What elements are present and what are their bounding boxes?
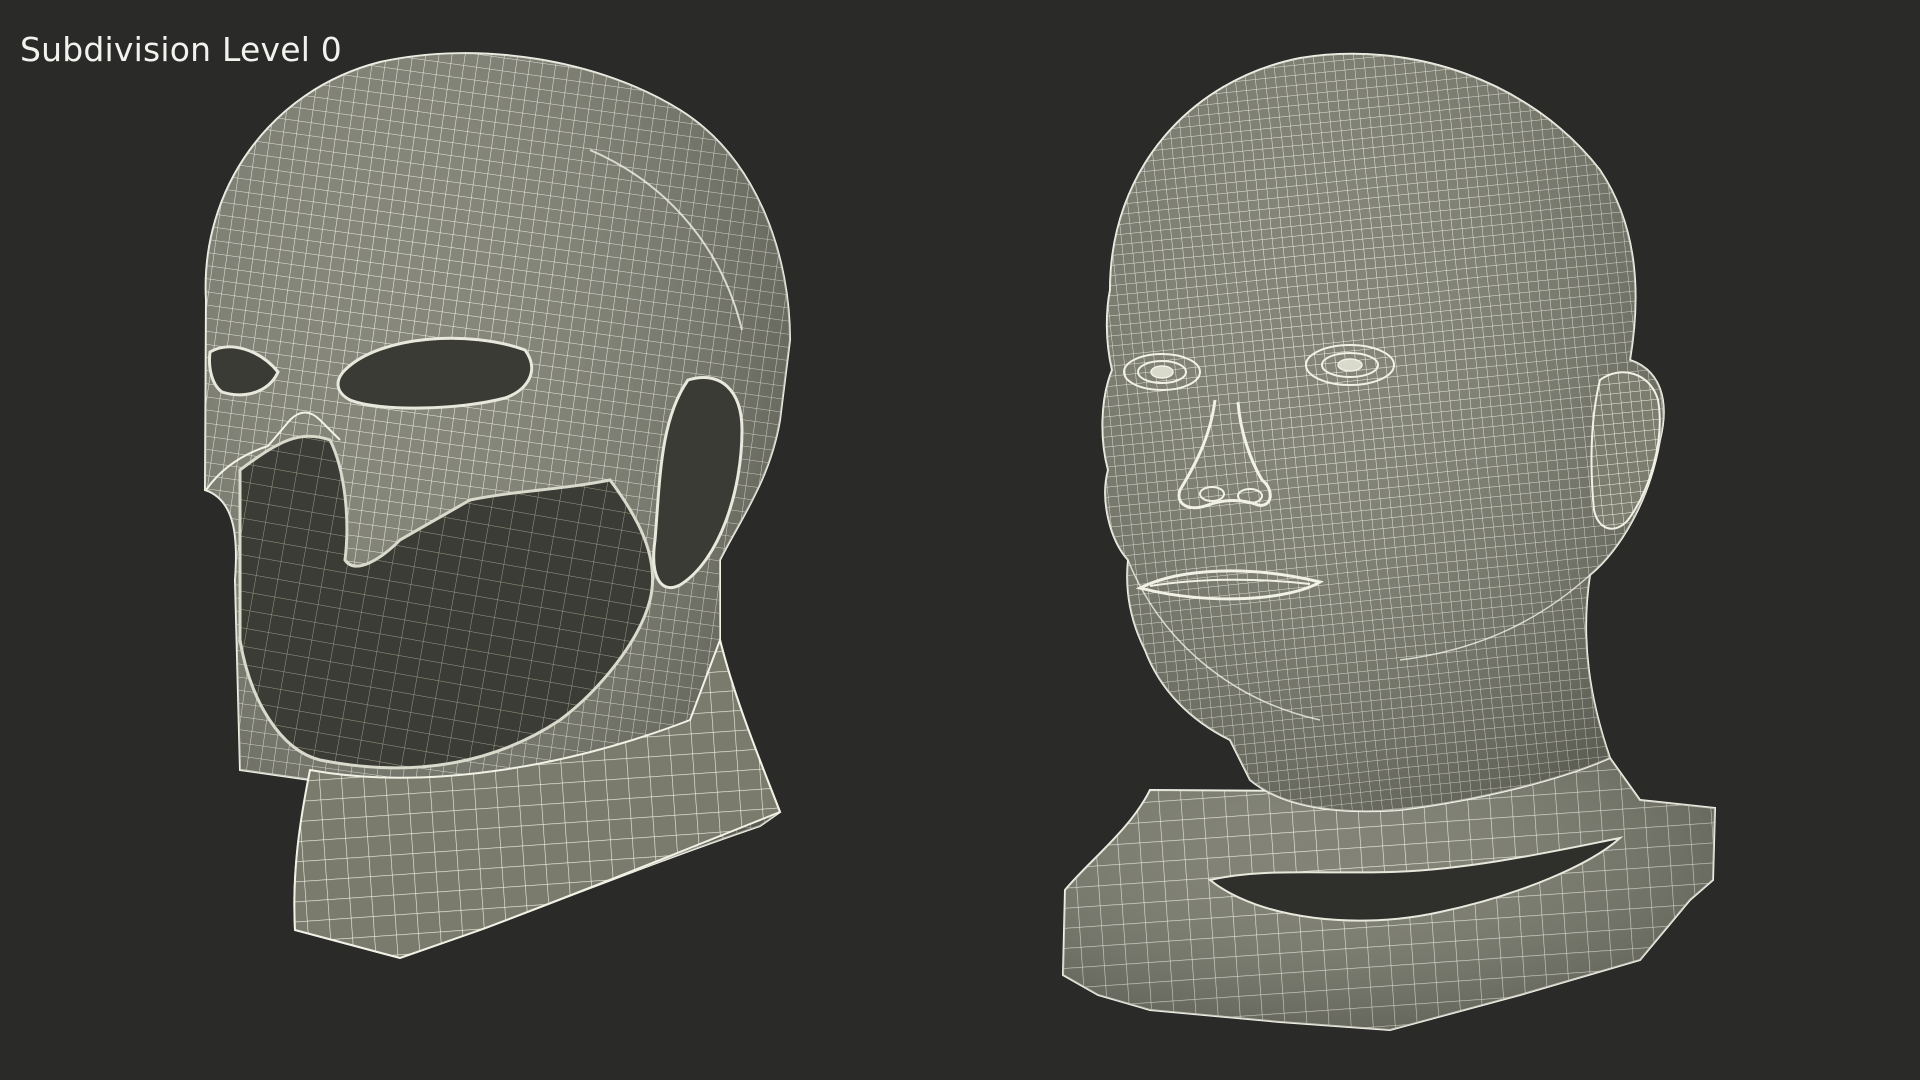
render-canvas [203, 52, 1717, 1032]
head-mesh [1061, 52, 1717, 1032]
viewport: Subdivision Level 0 [0, 0, 1920, 1080]
subdivision-level-label: Subdivision Level 0 [20, 30, 342, 69]
head-ear [1590, 371, 1661, 530]
helmet-mesh [203, 52, 792, 960]
